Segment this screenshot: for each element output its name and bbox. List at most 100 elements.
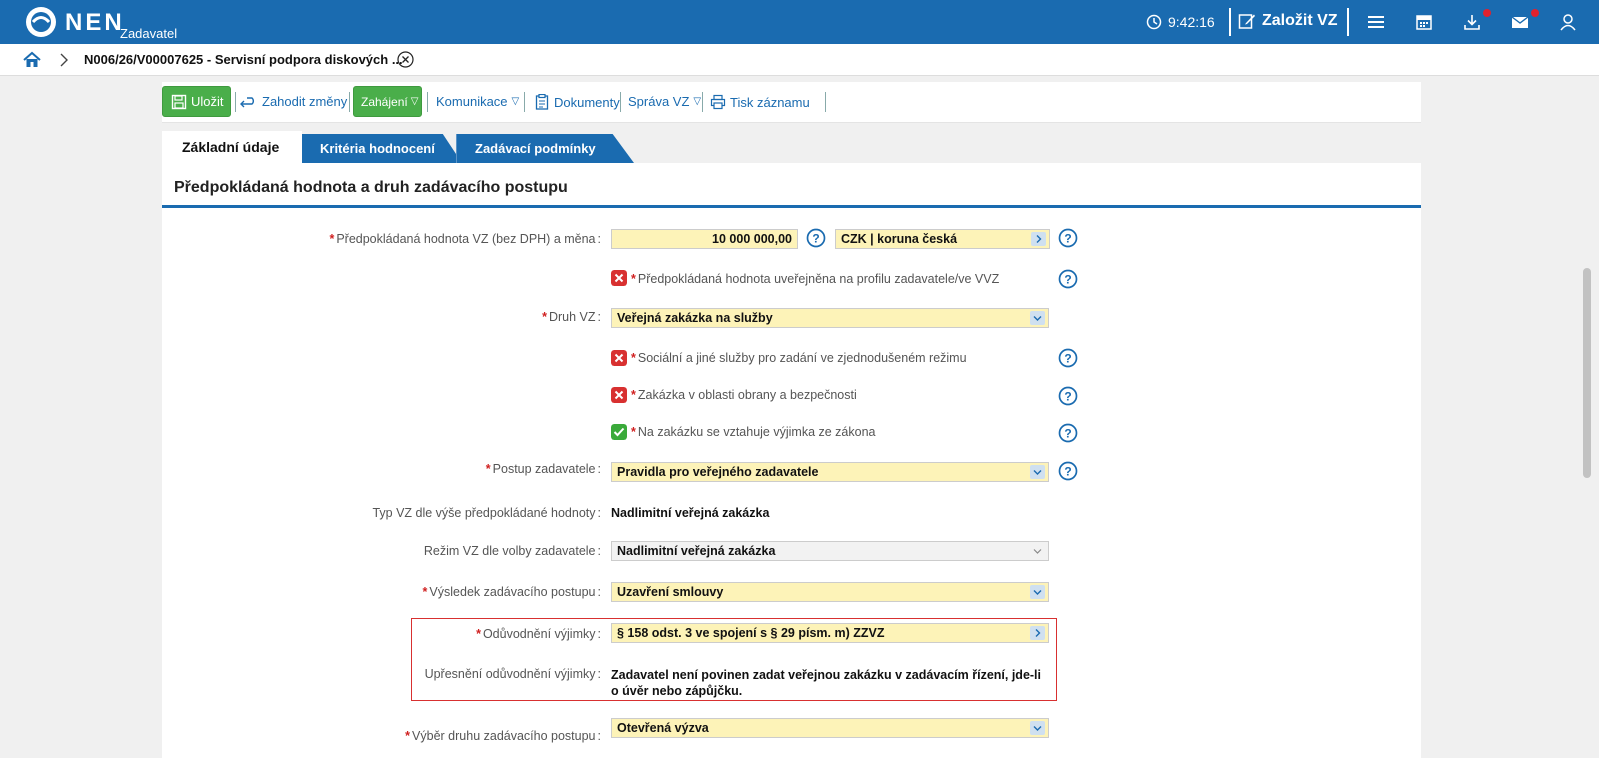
- selection-label: * Výběr druhu zadávacího postupu:: [405, 729, 601, 743]
- justification-select[interactable]: § 158 odst. 3 ve spojení s § 29 písm. m)…: [611, 623, 1049, 643]
- required-mark: *: [631, 425, 636, 439]
- start-dropdown[interactable]: Zahájení ▽: [353, 86, 422, 117]
- discard-changes-button[interactable]: Zahodit změny: [240, 94, 347, 109]
- help-icon[interactable]: ?: [1058, 269, 1078, 289]
- label-text: Předpokládaná hodnota uveřejněna na prof…: [637, 272, 1000, 286]
- chevron-down-icon[interactable]: [1030, 311, 1045, 325]
- menu-icon[interactable]: [1366, 12, 1386, 32]
- print-button[interactable]: Tisk záznamu: [710, 94, 810, 110]
- save-icon: [171, 94, 187, 109]
- label-text: Na zakázku se vztahuje výjimka ze zákona: [637, 425, 876, 439]
- save-button[interactable]: Uložit: [162, 86, 231, 117]
- result-select[interactable]: Uzavření smlouvy: [611, 582, 1049, 602]
- help-icon[interactable]: ?: [1058, 386, 1078, 406]
- svg-text:?: ?: [1064, 352, 1071, 366]
- defense-checkbox-label: * Zakázka v oblasti obrany a bezpečnosti: [631, 388, 857, 402]
- calendar-icon[interactable]: [1414, 12, 1434, 32]
- exception-checkbox-label: * Na zakázku se vztahuje výjimka ze zákon…: [631, 425, 876, 439]
- nen-logo-icon[interactable]: [24, 5, 58, 39]
- divider: [524, 92, 525, 112]
- tab-label: Základní údaje: [182, 139, 280, 155]
- currency-select[interactable]: CZK | koruna česká: [835, 229, 1050, 249]
- chevron-down-icon[interactable]: [1030, 585, 1045, 599]
- management-dropdown[interactable]: Správa VZ ▽: [628, 94, 701, 109]
- communication-dropdown[interactable]: Komunikace ▽: [436, 94, 519, 109]
- triangle-down-icon: ▽: [693, 96, 702, 107]
- help-icon[interactable]: ?: [1058, 228, 1078, 248]
- help-icon[interactable]: ?: [1058, 423, 1078, 443]
- save-label: Uložit: [191, 94, 224, 109]
- label-text: Postup zadavatele: [492, 462, 596, 476]
- chevron-down-icon[interactable]: [1030, 721, 1045, 735]
- label-text: Výběr druhu zadávacího postupu: [412, 729, 596, 743]
- vz-type-label: Typ VZ dle výše předpokládané hodnoty:: [372, 506, 601, 520]
- top-bar: NEN Zadavatel 9:42:16 Založit VZ: [0, 0, 1599, 44]
- triangle-down-icon: ▽: [511, 96, 520, 107]
- unchecked-x-icon[interactable]: [611, 387, 627, 403]
- label-text: Předpokládaná hodnota VZ (bez DPH) a měn…: [336, 232, 596, 246]
- procedure-select[interactable]: Pravidla pro veřejného zadavatele: [611, 462, 1049, 482]
- unchecked-x-icon[interactable]: [611, 350, 627, 366]
- help-icon[interactable]: ?: [1058, 348, 1078, 368]
- tab-tender-conditions[interactable]: Zadávací podmínky: [456, 134, 634, 163]
- selection-select[interactable]: Otevřená výzva: [611, 718, 1049, 738]
- chevron-right-icon[interactable]: [1030, 626, 1045, 640]
- chevron-down-icon[interactable]: [1030, 465, 1045, 479]
- triangle-down-icon: ▽: [410, 96, 419, 107]
- svg-text:?: ?: [1064, 232, 1071, 246]
- logo-text[interactable]: NEN: [65, 9, 125, 37]
- published-checkbox-label: * Předpokládaná hodnota uveřejněna na pro…: [631, 272, 999, 286]
- checked-checkmark-icon[interactable]: [611, 424, 627, 440]
- estimated-value-input[interactable]: 10 000 000,00: [611, 229, 798, 249]
- type-value: Veřejná zakázka na služby: [617, 311, 773, 325]
- close-icon[interactable]: [397, 51, 414, 68]
- svg-text:?: ?: [1064, 465, 1071, 479]
- help-icon[interactable]: ?: [806, 228, 826, 248]
- label-text: Sociální a jiné služby pro zadání ve zje…: [637, 351, 967, 365]
- tab-basic-data[interactable]: Základní údaje: [162, 131, 302, 163]
- required-mark: *: [329, 232, 335, 246]
- required-mark: *: [476, 627, 481, 641]
- notification-dot: [1531, 9, 1539, 17]
- label-text: Druh VZ: [548, 310, 596, 324]
- mail-icon[interactable]: [1510, 12, 1530, 32]
- management-label: Správa VZ: [628, 94, 690, 109]
- divider: [235, 92, 236, 112]
- breadcrumb: N006/26/V00007625 - Servisní podpora dis…: [0, 44, 1599, 76]
- label-text: Zakázka v oblasti obrany a bezpečnosti: [637, 388, 857, 402]
- tab-evaluation-criteria[interactable]: Kritéria hodnocení: [302, 134, 462, 163]
- required-mark: *: [485, 462, 491, 476]
- type-select[interactable]: Veřejná zakázka na služby: [611, 308, 1049, 328]
- regime-select[interactable]: Nadlimitní veřejná zakázka: [611, 541, 1049, 561]
- divider: [1229, 8, 1231, 36]
- social-checkbox-label: * Sociální a jiné služby pro zadání ve zj…: [631, 351, 967, 365]
- new-vz-button[interactable]: Založit VZ: [1262, 12, 1338, 30]
- user-icon[interactable]: [1558, 12, 1578, 32]
- edit-icon[interactable]: [1238, 12, 1256, 30]
- result-value: Uzavření smlouvy: [617, 585, 724, 599]
- document-icon: [535, 94, 549, 110]
- label-text: Výsledek zadávacího postupu: [429, 585, 596, 599]
- logo-subtitle: Zadavatel: [120, 26, 178, 41]
- procedure-value: Pravidla pro veřejného zadavatele: [617, 465, 819, 479]
- help-icon[interactable]: ?: [1058, 461, 1078, 481]
- breadcrumb-title[interactable]: N006/26/V00007625 - Servisní podpora dis…: [84, 52, 403, 67]
- scrollbar[interactable]: [1583, 268, 1591, 478]
- svg-text:?: ?: [1064, 390, 1071, 404]
- clarification-label: Upřesnění odůvodnění výjimky:: [424, 667, 601, 681]
- download-icon[interactable]: [1462, 12, 1482, 32]
- tab-label: Zadávací podmínky: [475, 141, 596, 156]
- divider: [349, 92, 350, 112]
- undo-icon: [240, 96, 254, 107]
- divider: [702, 92, 703, 112]
- chevron-down-icon[interactable]: [1030, 544, 1045, 558]
- procedure-label: * Postup zadavatele:: [485, 462, 601, 476]
- documents-button[interactable]: Dokumenty: [535, 94, 620, 110]
- unchecked-x-icon[interactable]: [611, 270, 627, 286]
- home-icon[interactable]: [22, 50, 42, 70]
- svg-text:?: ?: [1064, 273, 1071, 287]
- divider: [1347, 8, 1349, 36]
- chevron-right-icon[interactable]: [1031, 232, 1046, 246]
- divider: [825, 92, 826, 112]
- chevron-right-icon: [60, 53, 68, 67]
